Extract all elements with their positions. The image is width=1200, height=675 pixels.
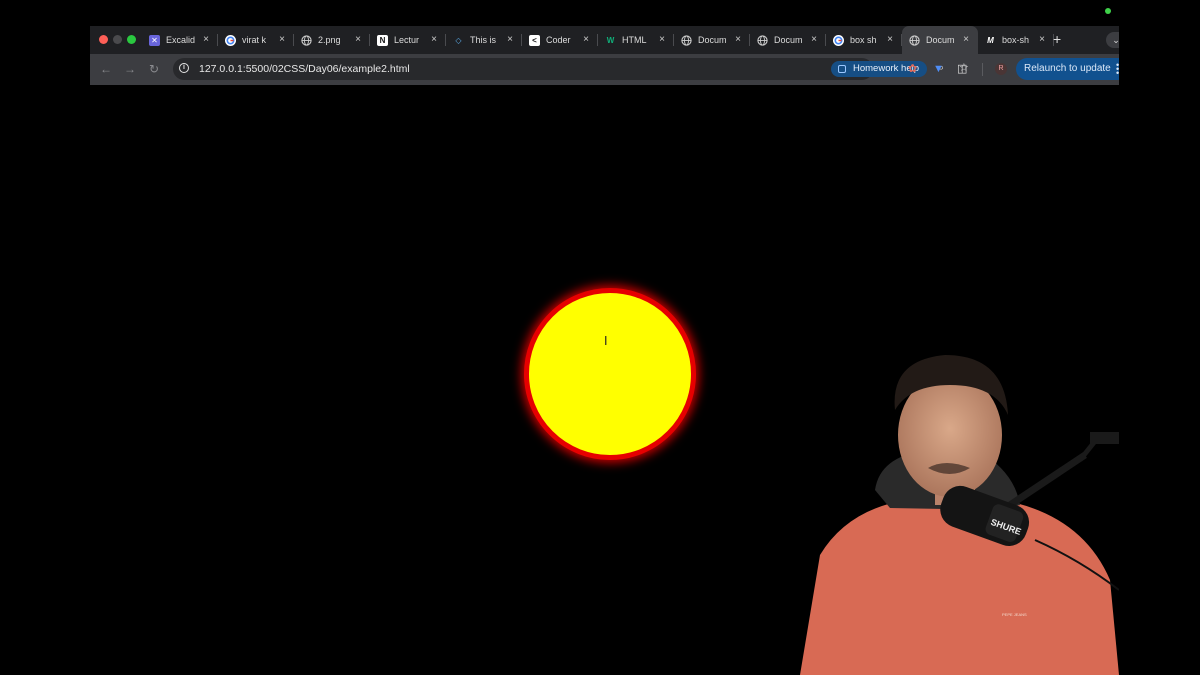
browser-tab[interactable]: ◇ This is × [446, 26, 522, 54]
tab-close-icon[interactable]: × [355, 35, 361, 45]
tab-title: Docum [774, 35, 803, 45]
glowing-yellow-circle [524, 288, 696, 460]
recording-indicator-icon [1105, 8, 1111, 14]
w3schools-icon: W [606, 35, 615, 45]
reload-icon[interactable]: ↻ [149, 61, 159, 77]
tab-title: box-sh [1002, 35, 1030, 45]
tab-close-icon[interactable]: × [887, 35, 893, 45]
google-icon [833, 34, 844, 46]
tab-close-icon[interactable]: × [203, 35, 209, 45]
profile-avatar[interactable]: R [995, 63, 1007, 75]
tab-search-chevron-icon[interactable]: ⌄ [1106, 32, 1119, 48]
new-tab-button[interactable]: + [1053, 30, 1061, 48]
tab-close-icon[interactable]: × [279, 35, 285, 45]
globe-icon [681, 34, 692, 46]
tab-close-icon[interactable]: × [431, 35, 437, 45]
mdn-icon: M [987, 35, 994, 45]
excalidraw-icon: ✕ [149, 34, 160, 46]
tab-title: Docum [698, 35, 727, 45]
presenter-illustration: SHURE PEPE JEANS [800, 355, 1119, 675]
lens-icon [838, 65, 846, 73]
maximize-window-button[interactable] [127, 35, 136, 44]
tab-title: This is [470, 35, 497, 45]
tab-close-icon[interactable]: × [507, 35, 513, 45]
browser-tab[interactable]: virat k × [218, 26, 294, 54]
tab-strip: ✕ Excalid × virat k × 2.png × N Lectur × ◇ This is ×… [90, 26, 1119, 54]
tab-close-icon[interactable]: × [1039, 35, 1045, 45]
back-arrow-icon[interactable]: ← [100, 61, 112, 77]
browser-tab[interactable]: box sh × [826, 26, 902, 54]
tab-list: ✕ Excalid × virat k × 2.png × N Lectur × ◇ This is ×… [142, 26, 1054, 54]
browser-tab[interactable]: Docum × [674, 26, 750, 54]
tab-title: virat k [242, 35, 267, 45]
globe-icon [301, 34, 312, 46]
tab-title: Docum [926, 35, 955, 45]
browser-tab[interactable]: Mbox-sh × [978, 26, 1054, 54]
tab-title: Coder [546, 35, 571, 45]
close-window-button[interactable] [99, 35, 108, 44]
url-text[interactable]: 127.0.0.1:5500/02CSS/Day06/example2.html [199, 62, 410, 76]
browser-tab[interactable]: Docum × [902, 26, 978, 54]
site-info-icon[interactable]: i [179, 63, 189, 73]
toolbar-separator [982, 63, 983, 76]
codepen-icon: < [529, 34, 540, 46]
tab-close-icon[interactable]: × [659, 35, 665, 45]
google-icon [225, 34, 236, 46]
forward-arrow-icon[interactable]: → [124, 61, 136, 77]
diamond-icon: ◇ [455, 35, 462, 45]
extension-icon[interactable]: ✿ [908, 62, 917, 76]
globe-icon [757, 34, 768, 46]
relaunch-label: Relaunch to update [1024, 63, 1111, 74]
browser-tab[interactable]: Docum × [750, 26, 826, 54]
browser-tab[interactable]: 2.png × [294, 26, 370, 54]
extensions-puzzle-icon[interactable]: ◫ [957, 62, 967, 76]
shirt-logo-text: PEPE JEANS [1002, 612, 1027, 617]
tab-title: HTML [622, 35, 647, 45]
browser-toolbar: ← → ↻ i 127.0.0.1:5500/02CSS/Day06/examp… [90, 54, 1119, 85]
webcam-overlay: SHURE PEPE JEANS [780, 340, 1119, 675]
vue-devtools-icon[interactable]: ▼ [933, 62, 944, 76]
address-bar[interactable]: i 127.0.0.1:5500/02CSS/Day06/example2.ht… [173, 58, 969, 80]
tab-close-icon[interactable]: × [735, 35, 741, 45]
tab-title: Excalid [166, 35, 196, 45]
menu-kebab-icon[interactable]: • • • [1116, 61, 1119, 78]
tab-title: 2.png [318, 35, 341, 45]
relaunch-to-update-button[interactable]: Relaunch to update • • • [1016, 58, 1119, 80]
browser-tab[interactable]: ✕ Excalid × [142, 26, 218, 54]
tab-title: box sh [850, 35, 877, 45]
text-cursor-icon: I [604, 334, 608, 348]
browser-tab[interactable]: W HTML × [598, 26, 674, 54]
tab-close-icon[interactable]: × [583, 35, 589, 45]
tab-close-icon[interactable]: × [963, 35, 969, 45]
globe-icon [909, 34, 920, 46]
browser-tab[interactable]: N Lectur × [370, 26, 446, 54]
notion-icon: N [377, 34, 388, 46]
tab-close-icon[interactable]: × [811, 35, 817, 45]
tab-title: Lectur [394, 35, 420, 45]
browser-tab[interactable]: < Coder × [522, 26, 598, 54]
minimize-window-button[interactable] [113, 35, 122, 44]
